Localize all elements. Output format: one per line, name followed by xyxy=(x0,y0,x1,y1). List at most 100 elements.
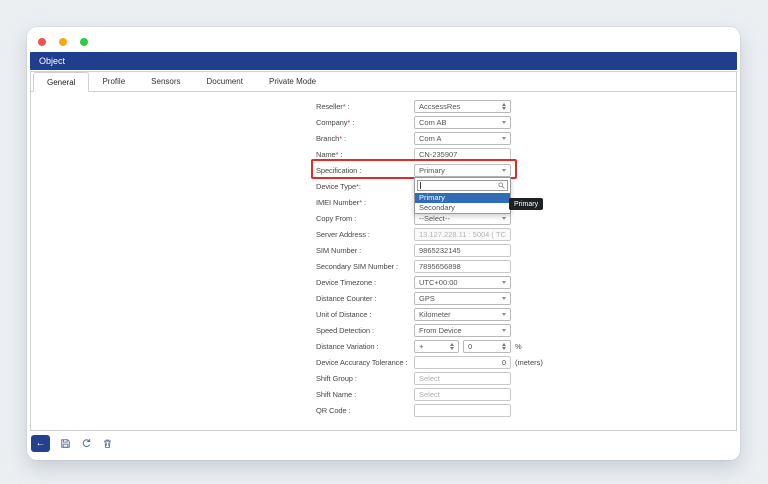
device-type-label: Device Type xyxy=(316,182,356,191)
trash-icon xyxy=(102,438,113,449)
reseller-select[interactable]: AccsessRes xyxy=(414,100,511,113)
dropdown-search-input[interactable] xyxy=(417,180,508,191)
company-select[interactable]: Com AB xyxy=(414,116,511,129)
tab-private-mode[interactable]: Private Mode xyxy=(256,72,329,91)
tab-bar: General Profile Sensors Document Private… xyxy=(31,72,736,92)
branch-select[interactable]: Com A xyxy=(414,132,511,145)
refresh-icon xyxy=(81,438,92,449)
tab-sensors[interactable]: Sensors xyxy=(138,72,193,91)
field-row-device-timezone: Device Timezone : UTC+00:00 xyxy=(31,274,736,290)
chevron-down-icon xyxy=(502,313,506,316)
unit-of-distance-label: Unit of Distance xyxy=(316,310,367,319)
distance-counter-value: GPS xyxy=(419,294,435,303)
server-address-input xyxy=(414,228,511,241)
chevron-down-icon xyxy=(502,169,506,172)
field-row-distance-variation: Distance Variation : + 0 % xyxy=(31,338,736,354)
field-row-copy-from: Copy From : --Select-- xyxy=(31,210,736,226)
stepper-icon xyxy=(502,103,506,110)
specification-select[interactable]: Primary xyxy=(414,164,511,177)
sim-number-input[interactable] xyxy=(414,244,511,257)
speed-detection-label: Speed Detection xyxy=(316,326,370,335)
delete-button[interactable] xyxy=(101,438,113,450)
name-input[interactable] xyxy=(414,148,511,161)
field-row-shift-group: Shift Group : xyxy=(31,370,736,386)
unit-of-distance-select[interactable]: Kilometer xyxy=(414,308,511,321)
distance-variation-label: Distance Variation xyxy=(316,342,375,351)
branch-value: Com A xyxy=(419,134,442,143)
field-row-speed-detection: Speed Detection : From Device xyxy=(31,322,736,338)
chevron-down-icon xyxy=(502,137,506,140)
field-row-distance-counter: Distance Counter : GPS xyxy=(31,290,736,306)
chevron-down-icon xyxy=(502,297,506,300)
tooltip: Primary xyxy=(509,198,543,210)
dropdown-option-primary[interactable]: Primary xyxy=(415,193,510,203)
shift-group-input[interactable] xyxy=(414,372,511,385)
device-timezone-value: UTC+00:00 xyxy=(419,278,458,287)
copy-from-value: --Select-- xyxy=(419,214,450,223)
shift-group-label: Shift Group xyxy=(316,374,353,383)
stepper-icon xyxy=(502,343,506,350)
field-row-server-address: Server Address : xyxy=(31,226,736,242)
object-form: Reseller* : AccsessRes Company* : Com AB… xyxy=(31,92,736,418)
imei-number-label: IMEI Number xyxy=(316,198,359,207)
stepper-icon xyxy=(450,343,454,350)
save-icon xyxy=(60,438,71,449)
text-cursor xyxy=(420,182,421,189)
refresh-button[interactable] xyxy=(80,438,92,450)
server-address-label: Server Address xyxy=(316,230,366,239)
dropdown-option-secondary[interactable]: Secondary xyxy=(415,203,510,213)
secondary-sim-number-label: Secondary SIM Number xyxy=(316,262,394,271)
device-timezone-select[interactable]: UTC+00:00 xyxy=(414,276,511,289)
field-row-company: Company* : Com AB xyxy=(31,114,736,130)
device-timezone-label: Device Timezone xyxy=(316,278,372,287)
shift-name-label: Shift Name xyxy=(316,390,352,399)
back-button[interactable]: ← xyxy=(31,435,50,452)
branch-label: Branch xyxy=(316,134,339,143)
field-row-imei-number: IMEI Number* : xyxy=(31,194,736,210)
secondary-sim-number-input[interactable] xyxy=(414,260,511,273)
name-label: Name xyxy=(316,150,336,159)
company-value: Com AB xyxy=(419,118,447,127)
tab-general[interactable]: General xyxy=(33,72,89,92)
qr-code-input[interactable] xyxy=(414,404,511,417)
page-title: Object xyxy=(39,56,65,66)
specification-label: Specification xyxy=(316,166,357,175)
distance-counter-select[interactable]: GPS xyxy=(414,292,511,305)
qr-code-label: QR Code xyxy=(316,406,347,415)
tab-panel: General Profile Sensors Document Private… xyxy=(30,71,737,431)
field-row-qr-code: QR Code : xyxy=(31,402,736,418)
app-window: Object General Profile Sensors Document … xyxy=(27,27,740,460)
device-accuracy-tolerance-label: Device Accuracy Tolerance xyxy=(316,358,403,367)
field-row-reseller: Reseller* : AccsessRes xyxy=(31,98,736,114)
field-row-branch: Branch* : Com A xyxy=(31,130,736,146)
action-bar: ← xyxy=(31,435,113,452)
maximize-button[interactable] xyxy=(80,38,88,46)
specification-value: Primary xyxy=(419,166,445,175)
chevron-down-icon xyxy=(502,217,506,220)
shift-name-input[interactable] xyxy=(414,388,511,401)
specification-dropdown-panel: Primary Secondary xyxy=(414,177,511,214)
titlebar: Object xyxy=(30,52,737,70)
variation-number-value: 0 xyxy=(468,342,472,351)
device-accuracy-tolerance-input[interactable] xyxy=(414,356,511,369)
field-row-unit-of-distance: Unit of Distance : Kilometer xyxy=(31,306,736,322)
copy-from-label: Copy From xyxy=(316,214,352,223)
tab-profile[interactable]: Profile xyxy=(89,72,138,91)
variation-sign-select[interactable]: + xyxy=(414,340,459,353)
chevron-down-icon xyxy=(502,121,506,124)
field-row-device-type: Device Type*: xyxy=(31,178,736,194)
variation-number-select[interactable]: 0 xyxy=(463,340,511,353)
tab-document[interactable]: Document xyxy=(194,72,256,91)
reseller-label: Reseller xyxy=(316,102,343,111)
field-row-sim-number: SIM Number : xyxy=(31,242,736,258)
close-button[interactable] xyxy=(38,38,46,46)
field-row-specification: Specification : Primary xyxy=(31,162,736,178)
field-row-shift-name: Shift Name : xyxy=(31,386,736,402)
window-controls xyxy=(38,38,88,46)
percent-suffix: % xyxy=(515,342,522,351)
minimize-button[interactable] xyxy=(59,38,67,46)
speed-detection-select[interactable]: From Device xyxy=(414,324,511,337)
search-icon xyxy=(498,182,505,189)
arrow-left-icon: ← xyxy=(36,438,46,449)
save-button[interactable] xyxy=(59,438,71,450)
